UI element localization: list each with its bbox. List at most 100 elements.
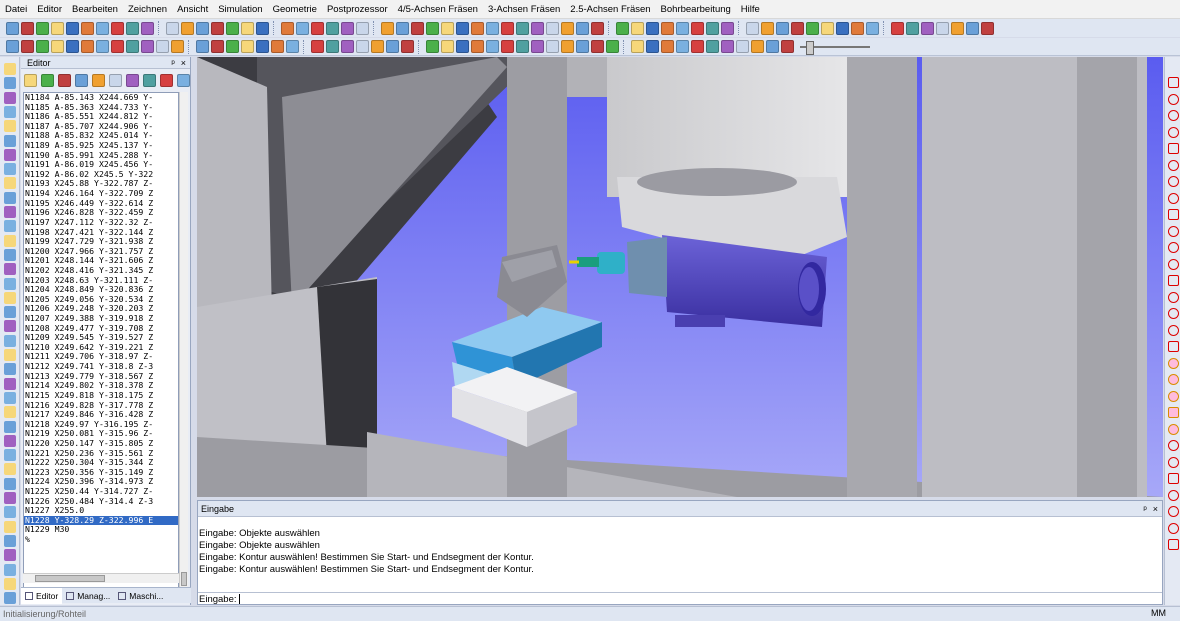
geometry-tool-icon[interactable] — [4, 320, 16, 333]
editor-tool-icon[interactable] — [41, 73, 54, 87]
3d-viewport[interactable] — [197, 57, 1163, 497]
code-line[interactable]: N1190 A-85.991 X245.288 Y- — [24, 151, 178, 161]
geometry-tool-icon[interactable] — [4, 220, 16, 233]
toolbar-button-icon[interactable] — [311, 21, 324, 35]
toolbar-button-icon[interactable] — [706, 40, 719, 53]
machine-scene[interactable] — [197, 57, 1163, 497]
editor-tool-icon[interactable] — [58, 73, 71, 87]
toolbar-button-icon[interactable] — [226, 40, 239, 53]
drawing-tool-icon[interactable] — [1168, 357, 1179, 369]
code-line[interactable]: N1189 A-85.925 X245.137 Y- — [24, 141, 178, 151]
menu-item[interactable]: 3-Achsen Fräsen — [483, 4, 565, 15]
toolbar-button-icon[interactable] — [486, 21, 499, 35]
code-line[interactable]: N1197 X247.112 Y-322.32 Z- — [24, 218, 178, 228]
drawing-tool-icon[interactable] — [1168, 440, 1179, 451]
geometry-tool-icon[interactable] — [4, 534, 16, 547]
toolbar-button-icon[interactable] — [51, 40, 64, 53]
geometry-tool-icon[interactable] — [4, 163, 16, 176]
toolbar-button-icon[interactable] — [156, 40, 169, 53]
toolbar-button-icon[interactable] — [341, 21, 354, 35]
toolbar-button-icon[interactable] — [471, 40, 484, 53]
toolbar-button-icon[interactable] — [516, 40, 529, 53]
geometry-tool-icon[interactable] — [4, 63, 16, 75]
toolbar-button-icon[interactable] — [721, 21, 734, 35]
toolbar-button-icon[interactable] — [181, 21, 194, 35]
code-line[interactable]: N1204 X248.849 Y-320.836 Z — [24, 285, 178, 295]
geometry-tool-icon[interactable] — [4, 449, 16, 462]
toolbar-button-icon[interactable] — [736, 40, 749, 53]
code-line[interactable]: N1205 X249.056 Y-320.534 Z — [24, 295, 178, 305]
geometry-tool-icon[interactable] — [4, 520, 16, 533]
geometry-tool-icon[interactable] — [4, 77, 16, 90]
drawing-tool-icon[interactable] — [1168, 159, 1179, 171]
code-line[interactable]: N1184 A-85.143 X244.669 Y- — [24, 93, 178, 103]
toolbar-button-icon[interactable] — [211, 40, 224, 53]
toolbar-button-icon[interactable] — [441, 21, 454, 35]
toolbar-button-icon[interactable] — [501, 40, 514, 53]
close-icon[interactable]: × — [181, 58, 186, 68]
toolbar-button-icon[interactable] — [616, 21, 629, 35]
code-line[interactable]: N1192 A-86.02 X245.5 Y-322 — [24, 170, 178, 180]
code-line[interactable]: N1228 Y-328.29 Z-322.996 E — [24, 515, 178, 526]
toolbar-button-icon[interactable] — [676, 40, 689, 53]
nc-code-view[interactable]: N1184 A-85.143 X244.669 Y- N1185 A-85.363… — [23, 92, 179, 595]
toolbar-button-icon[interactable] — [646, 21, 659, 35]
hscrollbar-thumb[interactable] — [35, 575, 105, 582]
toolbar-button-icon[interactable] — [676, 21, 689, 35]
code-line[interactable]: N1191 A-86.019 X245.456 Y- — [24, 160, 178, 170]
vertical-scrollbar[interactable] — [179, 92, 188, 595]
toolbar-button-icon[interactable] — [921, 21, 934, 35]
toolbar-button-icon[interactable] — [126, 40, 139, 53]
geometry-tool-icon[interactable] — [4, 506, 16, 519]
geometry-tool-icon[interactable] — [4, 592, 16, 605]
toolbar-button-icon[interactable] — [126, 21, 139, 35]
code-line[interactable]: N1225 X250.44 Y-314.727 Z- — [24, 487, 178, 497]
menu-item[interactable]: Bearbeiten — [67, 4, 123, 15]
geometry-tool-icon[interactable] — [4, 391, 16, 404]
drawing-tool-icon[interactable] — [1168, 489, 1179, 501]
drawing-tool-icon[interactable] — [1168, 473, 1179, 484]
drawing-tool-icon[interactable] — [1168, 275, 1179, 286]
geometry-tool-icon[interactable] — [4, 477, 16, 490]
menu-item[interactable]: Datei — [0, 4, 32, 15]
toolbar-button-icon[interactable] — [766, 40, 779, 53]
menu-item[interactable]: Postprozessor — [322, 4, 393, 15]
drawing-tool-icon[interactable] — [1168, 258, 1179, 270]
code-line[interactable]: N1208 X249.477 Y-319.708 Z — [24, 324, 178, 334]
menu-item[interactable]: Bohrbearbeitung — [656, 4, 736, 15]
code-line[interactable]: N1227 X255.0 — [24, 506, 178, 516]
geometry-tool-icon[interactable] — [4, 334, 16, 347]
toolbar-button-icon[interactable] — [691, 21, 704, 35]
toolbar-button-icon[interactable] — [166, 21, 179, 35]
code-line[interactable]: N1220 X250.147 Y-315.805 Z — [24, 439, 178, 449]
drawing-tool-icon[interactable] — [1168, 324, 1179, 336]
drawing-tool-icon[interactable] — [1168, 209, 1179, 220]
toolbar-button-icon[interactable] — [456, 21, 469, 35]
unit-indicator[interactable]: MM — [1151, 608, 1166, 618]
close-icon[interactable]: × — [1153, 504, 1158, 514]
toolbar-button-icon[interactable] — [706, 21, 719, 35]
toolbar-button-icon[interactable] — [241, 21, 254, 35]
drawing-tool-icon[interactable] — [1168, 110, 1179, 121]
geometry-tool-icon[interactable] — [4, 420, 16, 433]
toolbar-button-icon[interactable] — [851, 21, 864, 35]
code-line[interactable]: N1221 X250.236 Y-315.561 Z — [24, 449, 178, 459]
toolbar-button-icon[interactable] — [546, 21, 559, 35]
toolbar-button-icon[interactable] — [516, 21, 529, 35]
toolbar-button-icon[interactable] — [96, 21, 109, 35]
toolbar-button-icon[interactable] — [606, 40, 619, 53]
code-line[interactable]: N1185 A-85.363 X244.733 Y- — [24, 103, 178, 113]
geometry-tool-icon[interactable] — [4, 105, 16, 118]
toolbar-button-icon[interactable] — [401, 40, 414, 53]
code-line[interactable]: N1217 X249.846 Y-316.428 Z — [24, 410, 178, 420]
toolbar-button-icon[interactable] — [426, 21, 439, 35]
toolbar-button-icon[interactable] — [256, 21, 269, 35]
geometry-tool-icon[interactable] — [4, 177, 16, 190]
geometry-tool-icon[interactable] — [4, 363, 16, 376]
toolbar-button-icon[interactable] — [591, 40, 604, 53]
toolbar-button-icon[interactable] — [386, 40, 399, 53]
menu-item[interactable]: Editor — [32, 4, 67, 15]
toolbar-button-icon[interactable] — [21, 40, 34, 53]
toolbar-button-icon[interactable] — [341, 40, 354, 53]
toolbar-button-icon[interactable] — [721, 40, 734, 53]
